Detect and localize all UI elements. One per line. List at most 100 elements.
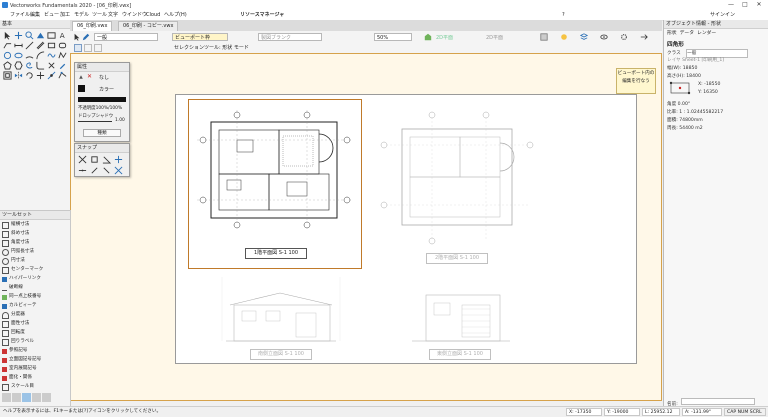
rectangle-tool-icon[interactable] (46, 40, 57, 50)
maximize-button[interactable]: □ (738, 1, 752, 9)
drawing-area[interactable]: 1階平面図 S-1 100 2階平面図 S-1 100 南側立面図 S-1 10… (70, 53, 662, 401)
pencil-icon[interactable] (82, 33, 90, 41)
angle-row[interactable]: 角度 0.00° (667, 101, 690, 108)
toolset-tab-1[interactable] (2, 393, 11, 402)
menu-modify[interactable]: 加工 (58, 11, 72, 19)
menu-cloud[interactable]: Cloud (144, 11, 162, 19)
toolset-item-2[interactable]: 角度寸法 (2, 239, 29, 247)
rotate-tool-icon[interactable] (24, 70, 35, 80)
toolset-item-3[interactable]: 円弧長寸法 (2, 248, 34, 256)
zoom-select[interactable]: 50% (374, 33, 412, 41)
line-thickness-preview[interactable] (78, 97, 126, 102)
name-row[interactable]: 名前: (667, 398, 755, 407)
settings-gear-icon[interactable] (620, 33, 628, 41)
spiral-tool-icon[interactable] (24, 60, 35, 70)
standard-view-icon[interactable] (424, 33, 432, 41)
fill-none-icon[interactable]: ✕ (87, 73, 93, 81)
viewport-select[interactable]: ビューポート枠 (172, 33, 228, 41)
toolset-item-15[interactable]: 立面図記号記号 (2, 356, 41, 364)
tab-render[interactable]: レンダー (697, 29, 716, 38)
status-x[interactable]: X: -17350 (566, 408, 602, 416)
attribute-mapping-icon[interactable] (46, 30, 57, 40)
toolset-tab-3[interactable] (22, 393, 31, 402)
toolset-tab-4[interactable] (32, 393, 41, 402)
toolset-item-14[interactable]: 参照記号 (2, 347, 27, 355)
status-a[interactable]: A: -131.99° (682, 408, 722, 416)
layer-value[interactable]: Sheet-1 [印刷用_1] (682, 58, 724, 63)
offset-tool-icon[interactable] (2, 70, 13, 80)
toolset-item-11[interactable]: 面性寸法 (2, 320, 29, 328)
mirror-tool-icon[interactable] (13, 70, 24, 80)
toolset-item-6[interactable]: ハイパーリンク (2, 275, 41, 283)
menu-text[interactable]: 文字 (106, 11, 120, 19)
tab-data[interactable]: データ (680, 29, 694, 38)
connect-tool-icon[interactable] (46, 70, 57, 80)
toolset-item-12[interactable]: 回転度 (2, 329, 25, 337)
reference-point-icon[interactable] (669, 81, 691, 95)
name-field[interactable] (680, 398, 755, 405)
fill-style[interactable]: なし (99, 74, 109, 81)
snap-intersect-icon[interactable] (113, 154, 124, 164)
selected-viewport[interactable]: 1階平面図 S-1 100 (188, 99, 362, 269)
lighting-icon[interactable] (560, 33, 568, 41)
projection-label[interactable]: 2D平面 (486, 34, 503, 41)
opacity-label[interactable]: 不透明度100%/100% (78, 105, 122, 111)
snap-smart-icon[interactable] (113, 165, 124, 175)
render-mode-icon[interactable] (540, 33, 548, 41)
toolset-item-10[interactable]: 分度器 (2, 311, 25, 319)
oval-tool-icon[interactable] (13, 50, 24, 60)
toolset-item-7[interactable]: 破断線 (2, 284, 23, 292)
polygon-tool-icon[interactable] (2, 60, 13, 70)
mode-button-1[interactable] (74, 44, 82, 52)
toolset-item-9[interactable]: カルビィーテ (2, 302, 36, 310)
freehand-tool-icon[interactable] (46, 50, 57, 60)
toolset-item-4[interactable]: 円寸法 (2, 257, 25, 265)
viewport-edit-button[interactable]: ビューポート内の編集を行なう (616, 68, 656, 94)
toolset-tab-5[interactable] (42, 393, 51, 402)
circle-tool-icon[interactable] (2, 50, 13, 60)
toolset-item-0[interactable]: 縦横寸法 (2, 221, 29, 229)
selection-tool-icon[interactable] (2, 30, 13, 40)
dimension-tool-icon[interactable] (13, 40, 24, 50)
y-row[interactable]: Y: 16350 (698, 89, 718, 96)
fillet-tool-icon[interactable] (35, 60, 46, 70)
angle-value[interactable]: 0.00° (678, 102, 691, 107)
drop-shadow-label[interactable]: ドロップシャドウ (78, 113, 113, 119)
toolset-item-17[interactable]: 面化・関係 (2, 374, 32, 382)
close-window-button[interactable]: ✕ (752, 1, 766, 9)
layer-row[interactable]: レイヤ Sheet-1 [印刷用_1] (667, 57, 724, 64)
toolset-item-5[interactable]: センターマーク (2, 266, 43, 274)
snap-angle-icon[interactable] (101, 154, 112, 164)
pen-color-swatch[interactable] (78, 85, 85, 92)
resource-manager-title[interactable]: リソースマネージャ (238, 11, 286, 19)
signin-button[interactable]: サインイン (708, 11, 737, 19)
doc-tab-copy[interactable]: 06_印刷 - コピー.vwx (118, 21, 179, 31)
polyline-tool-icon[interactable] (57, 50, 68, 60)
snap-tangent-icon[interactable] (89, 165, 100, 175)
layer-select[interactable]: 製図ブランク (258, 33, 322, 41)
help-icon[interactable]: ? (560, 11, 567, 19)
snap-object-icon[interactable] (89, 154, 100, 164)
zoom-tool-icon[interactable] (24, 30, 35, 40)
pen-style[interactable]: カラー (99, 86, 114, 93)
snap-edge-icon[interactable] (101, 165, 112, 175)
quarter-arc-tool-icon[interactable] (35, 50, 46, 60)
height-value[interactable]: 18400 (686, 74, 701, 79)
arc-tool-icon[interactable] (24, 50, 35, 60)
minimize-button[interactable]: — (724, 1, 738, 9)
view-label[interactable]: 2D平面 (436, 34, 453, 41)
toolset-item-18[interactable]: スケール目 (2, 383, 34, 391)
class-select[interactable]: 一般 (94, 33, 158, 41)
menu-model[interactable]: モデル (72, 11, 91, 19)
toolset-item-13[interactable]: 回りラベル (2, 338, 34, 346)
toolset-item-16[interactable]: 室内展開記号 (2, 365, 37, 373)
toolset-item-1[interactable]: 斜め寸法 (2, 230, 29, 238)
y-value[interactable]: 16350 (703, 90, 718, 95)
width-value[interactable]: 18850 (683, 66, 698, 71)
rounded-rectangle-tool-icon[interactable] (57, 40, 68, 50)
mode-button-2[interactable] (84, 44, 92, 52)
double-line-tool-icon[interactable] (35, 40, 46, 50)
callout-tool-icon[interactable] (2, 40, 13, 50)
menu-edit[interactable]: 編集 (28, 11, 42, 19)
layers-icon[interactable] (579, 33, 589, 41)
